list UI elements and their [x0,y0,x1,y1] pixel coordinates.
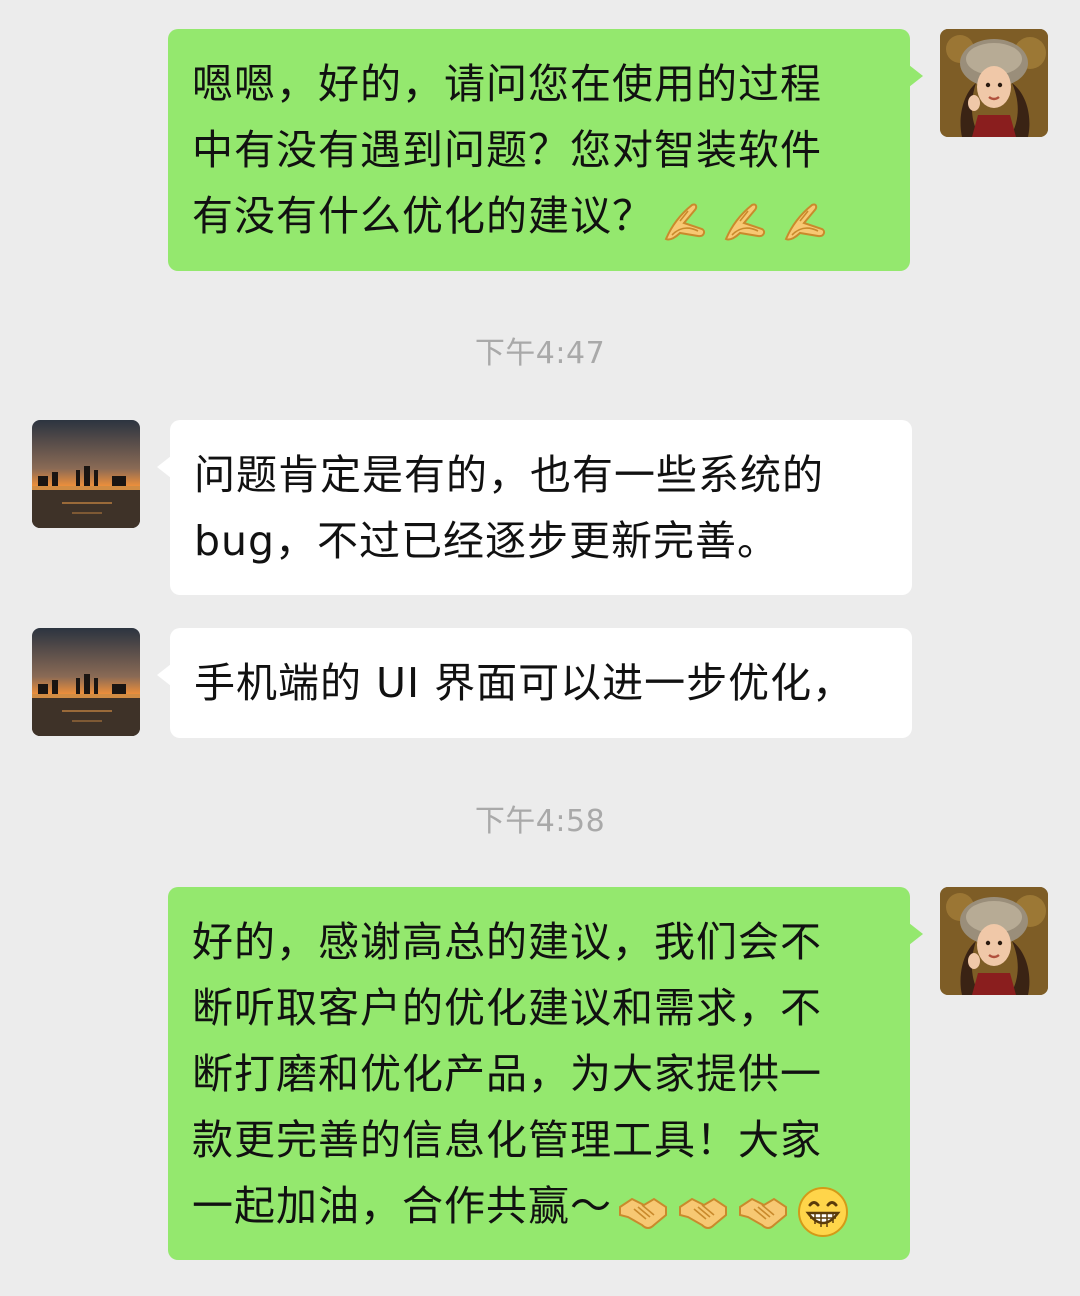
grinning-face-emoji [796,1185,850,1239]
emoji-row [658,186,838,252]
message-bubble-incoming[interactable]: 手机端的 UI 界面可以进一步优化， [157,628,912,738]
message-line: 手机端的 UI 界面可以进一步优化， [194,659,855,707]
message-line: 断打磨和优化产品，为大家提供一 [192,1050,822,1098]
lady-portrait-avatar[interactable] [940,29,1048,137]
message-line: 款更完善的信息化管理工具！大家 [192,1116,822,1164]
message-line: 有没有什么优化的建议？ [192,192,654,240]
message-line: 中有没有遇到问题？您对智装软件 [192,126,822,174]
handshake-emoji [676,1185,730,1239]
message-line: 问题肯定是有的，也有一些系统的 [194,451,824,499]
message-bubble-outgoing[interactable]: 嗯嗯，好的，请问您在使用的过程 中有没有遇到问题？您对智装软件 有没有什么优化的… [168,29,923,271]
sunset-city-avatar[interactable] [32,628,140,736]
sunset-city-avatar[interactable] [32,420,140,528]
message-bubble-outgoing[interactable]: 好的，感谢高总的建议，我们会不 断听取客户的优化建议和需求，不 断打磨和优化产品… [168,887,923,1260]
timestamp: 下午4:58 [474,804,606,839]
message-bubble-incoming[interactable]: 问题肯定是有的，也有一些系统的 bug，不过已经逐步更新完善。 [157,420,912,595]
message-line: 断听取客户的优化建议和需求，不 [192,984,822,1032]
message-line: 嗯嗯，好的，请问您在使用的过程 [192,60,822,108]
praying-hands-emoji [718,195,772,249]
emoji-row [616,1176,856,1242]
praying-hands-emoji [778,195,832,249]
chat-area[interactable]: 嗯嗯，好的，请问您在使用的过程 中有没有遇到问题？您对智装软件 有没有什么优化的… [0,0,1080,1296]
message-line: 一起加油，合作共赢～ [192,1182,612,1230]
message-line: bug，不过已经逐步更新完善。 [194,517,780,565]
lady-portrait-avatar[interactable] [940,887,1048,995]
timestamp: 下午4:47 [474,336,606,371]
handshake-emoji [736,1185,790,1239]
message-line: 好的，感谢高总的建议，我们会不 [192,918,822,966]
praying-hands-emoji [658,195,712,249]
handshake-emoji [616,1185,670,1239]
